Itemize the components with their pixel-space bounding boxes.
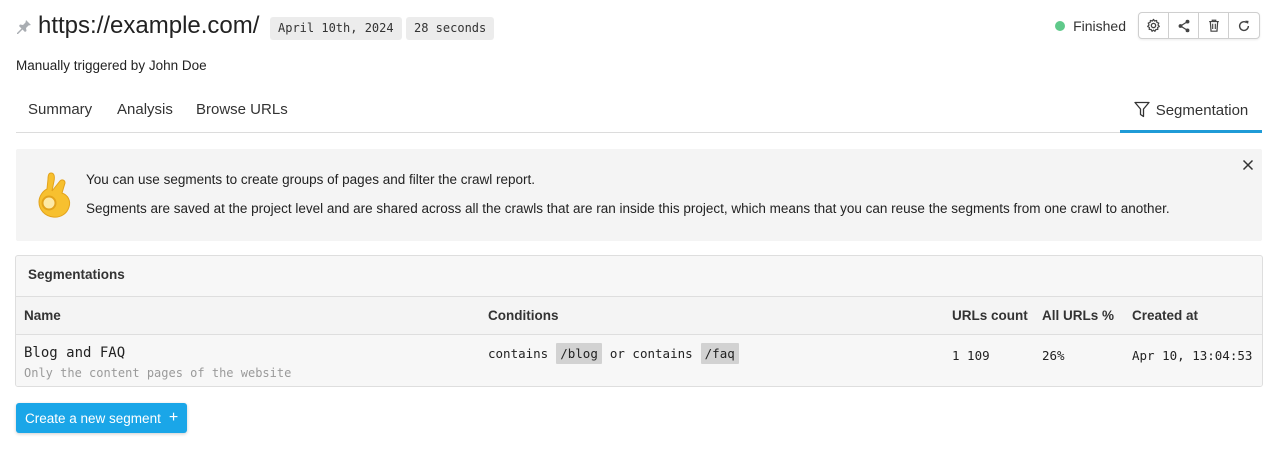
condition-value: /blog (556, 343, 602, 364)
close-icon[interactable] (1240, 157, 1256, 173)
tab-segmentation-label: Segmentation (1155, 102, 1249, 119)
refresh-icon (1238, 20, 1250, 31)
report-tabs: Summary Analysis Browse URLs Segmentatio… (16, 95, 1262, 133)
segmentations-panel: Segmentations Name Conditions URLs count… (15, 255, 1263, 387)
status-label: Finished (1073, 18, 1126, 34)
crawl-url-title: https://example.com/ (38, 12, 260, 39)
segment-description: Only the content pages of the website (24, 366, 292, 380)
table-header: Name Conditions URLs count All URLs % Cr… (16, 296, 1262, 335)
share-icon (1178, 19, 1189, 32)
refresh-button[interactable] (1229, 13, 1259, 38)
urls-count-value: 1 109 (952, 348, 990, 363)
column-header-conditions[interactable]: Conditions (488, 308, 559, 323)
status-dot-icon (1055, 21, 1066, 31)
settings-button[interactable] (1139, 13, 1169, 38)
info-text-line-2: Segments are saved at the project level … (86, 201, 1170, 216)
filter-icon (1134, 101, 1150, 118)
create-segment-button[interactable]: Create a new segment + (16, 403, 188, 433)
tab-browse-urls[interactable]: Browse URLs (196, 101, 288, 118)
delete-button[interactable] (1199, 13, 1229, 38)
created-at-value: Apr 10, 13:04:53 (1132, 348, 1253, 363)
condition-operator: contains (488, 346, 549, 361)
tab-segmentation[interactable]: Segmentation (1120, 95, 1262, 133)
ok-hand-icon (34, 171, 74, 219)
column-header-urls-count[interactable]: URLs count (952, 308, 1028, 323)
share-button[interactable] (1169, 13, 1199, 38)
table-row[interactable]: Blog and FAQ Only the content pages of t… (16, 336, 1262, 386)
condition-value: /faq (700, 343, 739, 364)
segment-name[interactable]: Blog and FAQ (24, 345, 125, 361)
column-header-name[interactable]: Name (24, 308, 61, 323)
tab-summary[interactable]: Summary (28, 101, 92, 118)
segments-info-box: You can use segments to create groups of… (16, 149, 1262, 241)
segment-conditions: contains /blog or contains /faq (488, 343, 747, 364)
column-header-all-urls-pct[interactable]: All URLs % (1042, 308, 1114, 323)
crawl-duration-badge: 28 seconds (406, 17, 495, 40)
condition-operator: or contains (609, 346, 693, 361)
create-segment-label: Create a new segment (25, 410, 161, 426)
info-text-line-1: You can use segments to create groups of… (86, 172, 536, 187)
all-urls-pct-value: 26% (1042, 348, 1065, 363)
pin-icon[interactable] (16, 19, 32, 35)
trigger-info: Manually triggered by John Doe (16, 58, 207, 73)
crawl-header: https://example.com/ April 10th, 2024 28… (16, 10, 1260, 46)
crawl-date-badge: April 10th, 2024 (270, 17, 402, 40)
crawl-toolbar (1138, 12, 1260, 39)
tab-analysis[interactable]: Analysis (117, 101, 173, 118)
plus-icon: + (168, 409, 179, 426)
panel-title: Segmentations (28, 267, 125, 282)
crawl-status: Finished (1055, 18, 1126, 34)
gear-icon (1147, 18, 1160, 32)
column-header-created-at[interactable]: Created at (1132, 308, 1198, 323)
trash-icon (1208, 19, 1219, 32)
